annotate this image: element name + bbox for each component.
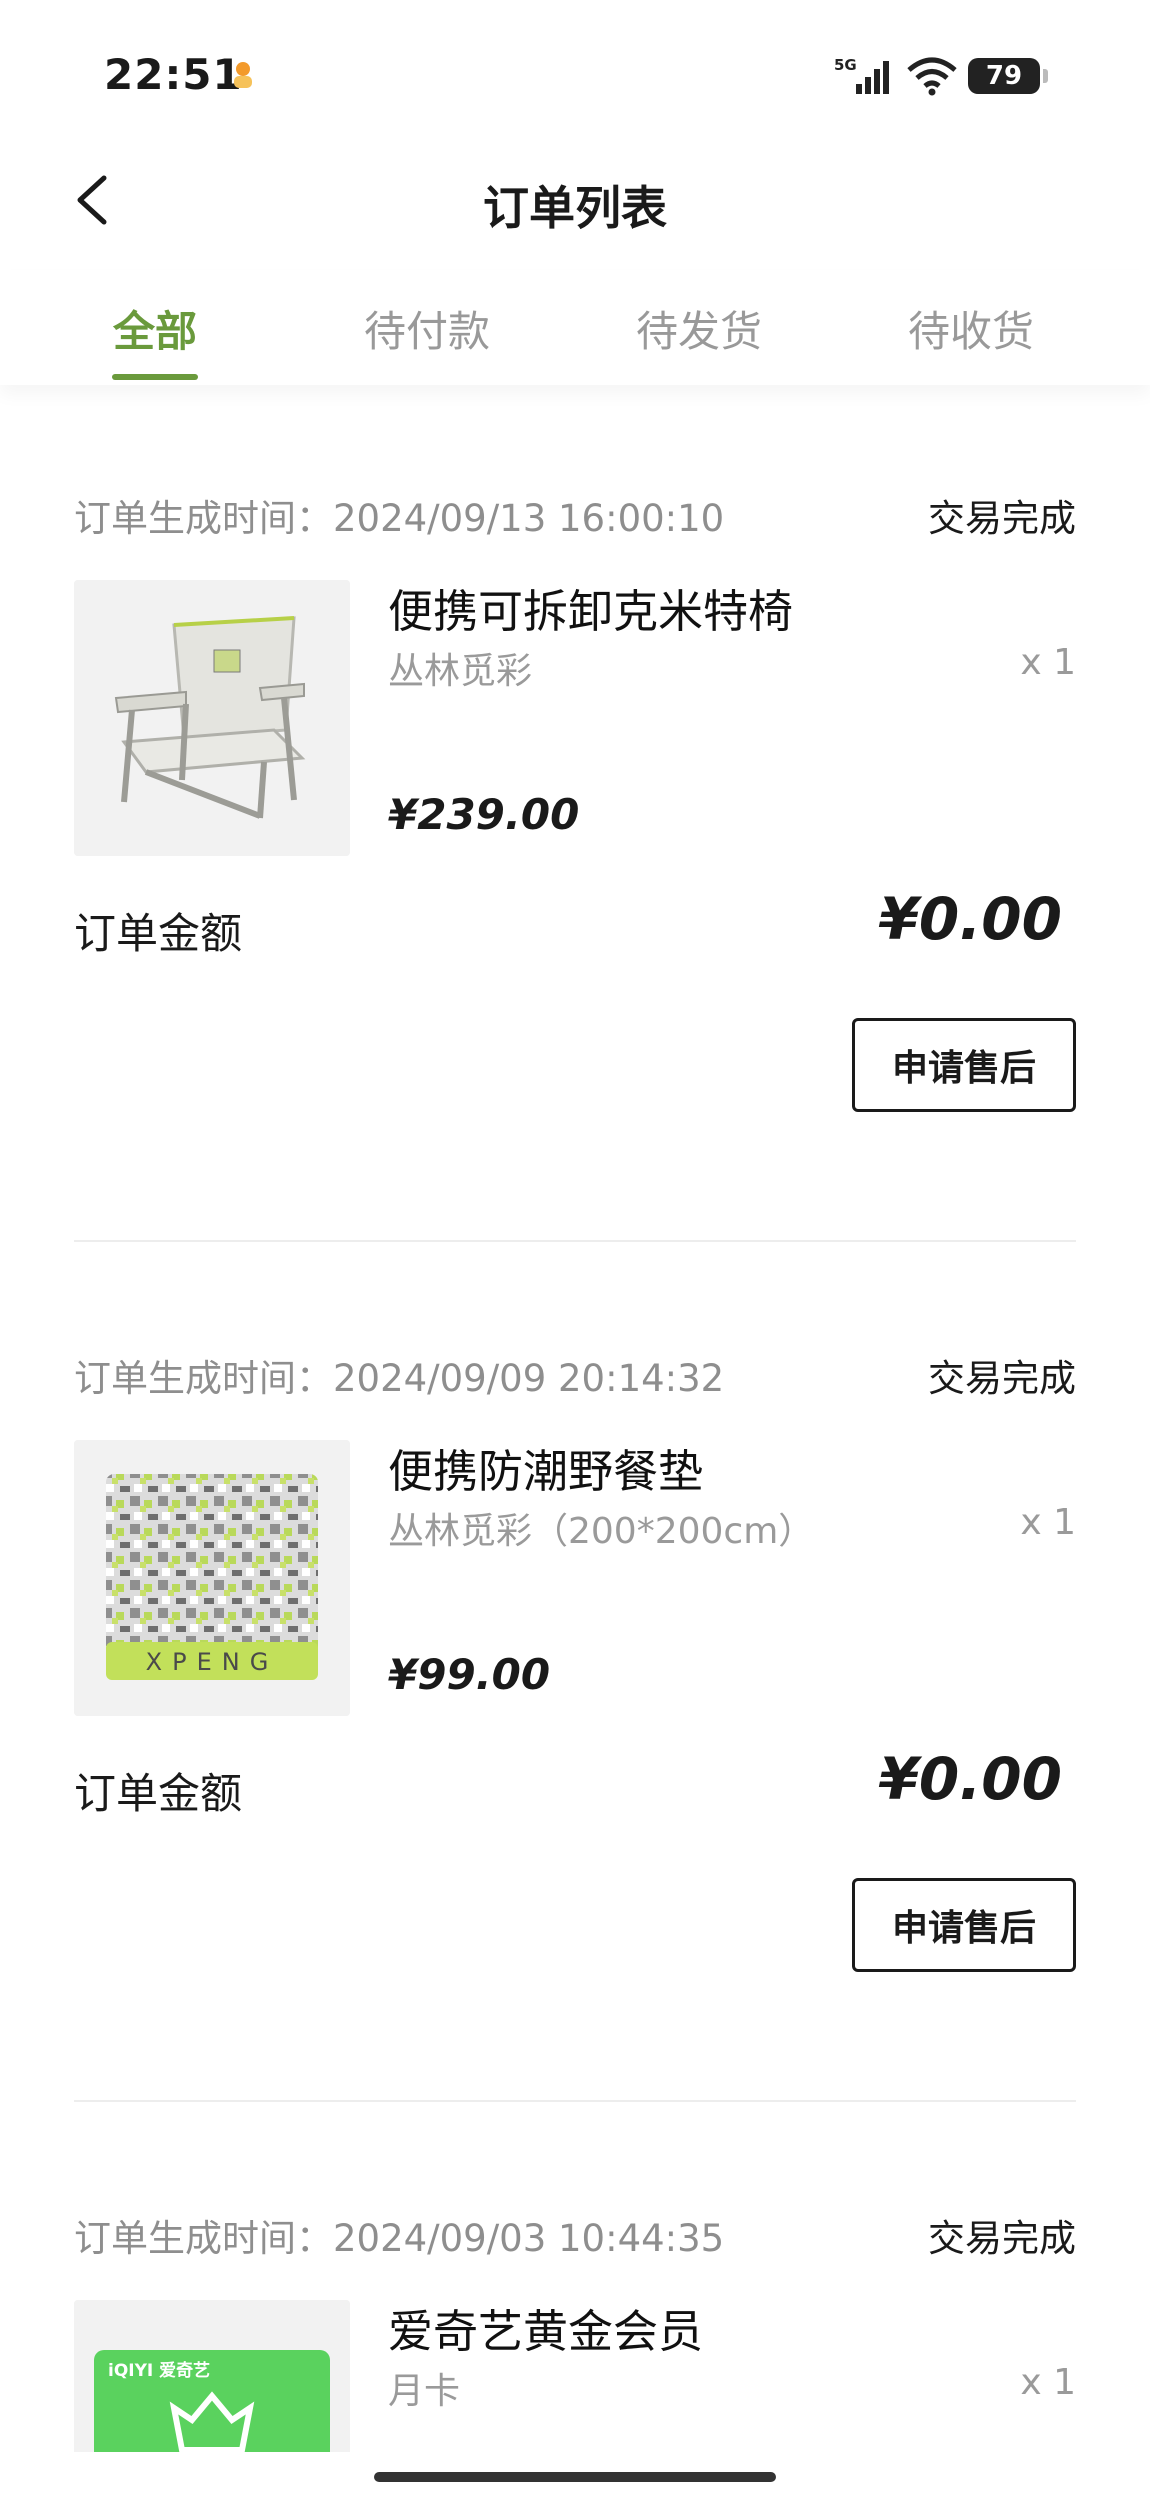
app-notification-icon <box>234 62 252 88</box>
order-amount-label: 订单金额 <box>74 909 243 958</box>
product-spec: 月卡 <box>388 2371 461 2412</box>
order-tabs: 全部 待付款 待发货 待收货 <box>0 270 1150 385</box>
order-header: 订单生成时间：2024/09/09 20:14:32 交易完成 <box>74 1340 1076 1400</box>
order-amount-label: 订单金额 <box>74 1769 243 1818</box>
product-image[interactable]: XPENG <box>74 1440 350 1716</box>
product-image[interactable]: iQIYI 爱奇艺 <box>74 2300 350 2452</box>
product-name[interactable]: 爱奇艺黄金会员 <box>388 2295 703 2360</box>
status-icons: 5G 79 <box>834 54 1048 98</box>
order-divider <box>74 2100 1076 2102</box>
product-spec: 丛林觅彩 <box>388 651 533 692</box>
after-sales-button[interactable]: 申请售后 <box>852 1878 1076 1972</box>
nav-bar: 订单列表 <box>0 150 1150 260</box>
iqiyi-card-image: iQIYI 爱奇艺 <box>74 2300 350 2452</box>
picnic-mat-image: XPENG <box>74 1440 350 1716</box>
product-name[interactable]: 便携防潮野餐垫 <box>388 1435 703 1500</box>
product-quantity: x 1 <box>1020 1502 1076 1543</box>
order-header: 订单生成时间：2024/09/13 16:00:10 交易完成 <box>74 480 1076 540</box>
iqiyi-logo-text: iQIYI 爱奇艺 <box>108 2360 210 2381</box>
order-status: 交易完成 <box>928 1357 1076 1400</box>
order-card: 订单生成时间：2024/09/13 16:00:10 交易完成 便携可拆卸克米特… <box>74 480 1076 1260</box>
tab-active-indicator <box>112 374 198 380</box>
tab-pending-shipment[interactable]: 待发货 <box>599 298 799 359</box>
tab-all[interactable]: 全部 <box>55 298 255 359</box>
product-quantity: x 1 <box>1020 2362 1076 2403</box>
order-card: 订单生成时间：2024/09/09 20:14:32 交易完成 XPENG 便携… <box>74 1340 1076 2120</box>
product-name[interactable]: 便携可拆卸克米特椅 <box>388 575 793 640</box>
order-status: 交易完成 <box>928 2217 1076 2260</box>
order-card: 订单生成时间：2024/09/03 10:44:35 交易完成 iQIYI 爱奇… <box>74 2200 1076 2452</box>
chair-image <box>74 580 350 856</box>
signal-icon: 5G <box>834 56 889 94</box>
order-time: 订单生成时间：2024/09/03 10:44:35 <box>74 2217 725 2260</box>
order-divider <box>74 1240 1076 1242</box>
order-time: 订单生成时间：2024/09/13 16:00:10 <box>74 497 725 540</box>
mat-brand-text: XPENG <box>146 1648 279 1676</box>
home-indicator[interactable] <box>374 2472 776 2482</box>
product-price: ¥239.00 <box>388 790 580 839</box>
order-time: 订单生成时间：2024/09/09 20:14:32 <box>74 1357 725 1400</box>
product-quantity: x 1 <box>1020 642 1076 683</box>
battery-level: 79 <box>985 61 1023 91</box>
order-status: 交易完成 <box>928 497 1076 540</box>
after-sales-button[interactable]: 申请售后 <box>852 1018 1076 1112</box>
order-header: 订单生成时间：2024/09/03 10:44:35 交易完成 <box>74 2200 1076 2260</box>
battery-icon: 79 <box>968 58 1048 94</box>
wifi-icon <box>907 57 957 96</box>
product-image[interactable] <box>74 580 350 856</box>
order-amount-value: ¥0.00 <box>878 885 1062 953</box>
order-amount-value: ¥0.00 <box>878 1745 1062 1813</box>
product-price: ¥99.00 <box>388 1650 551 1699</box>
product-spec: 丛林觅彩（200*200cm） <box>388 1511 815 1552</box>
tab-pending-payment[interactable]: 待付款 <box>327 298 527 359</box>
svg-text:5G: 5G <box>834 56 857 74</box>
status-bar: 22:51 5G 79 <box>0 0 1150 150</box>
tab-pending-receipt[interactable]: 待收货 <box>871 298 1071 359</box>
page-title: 订单列表 <box>483 181 667 235</box>
status-time: 22:51 <box>104 50 243 99</box>
